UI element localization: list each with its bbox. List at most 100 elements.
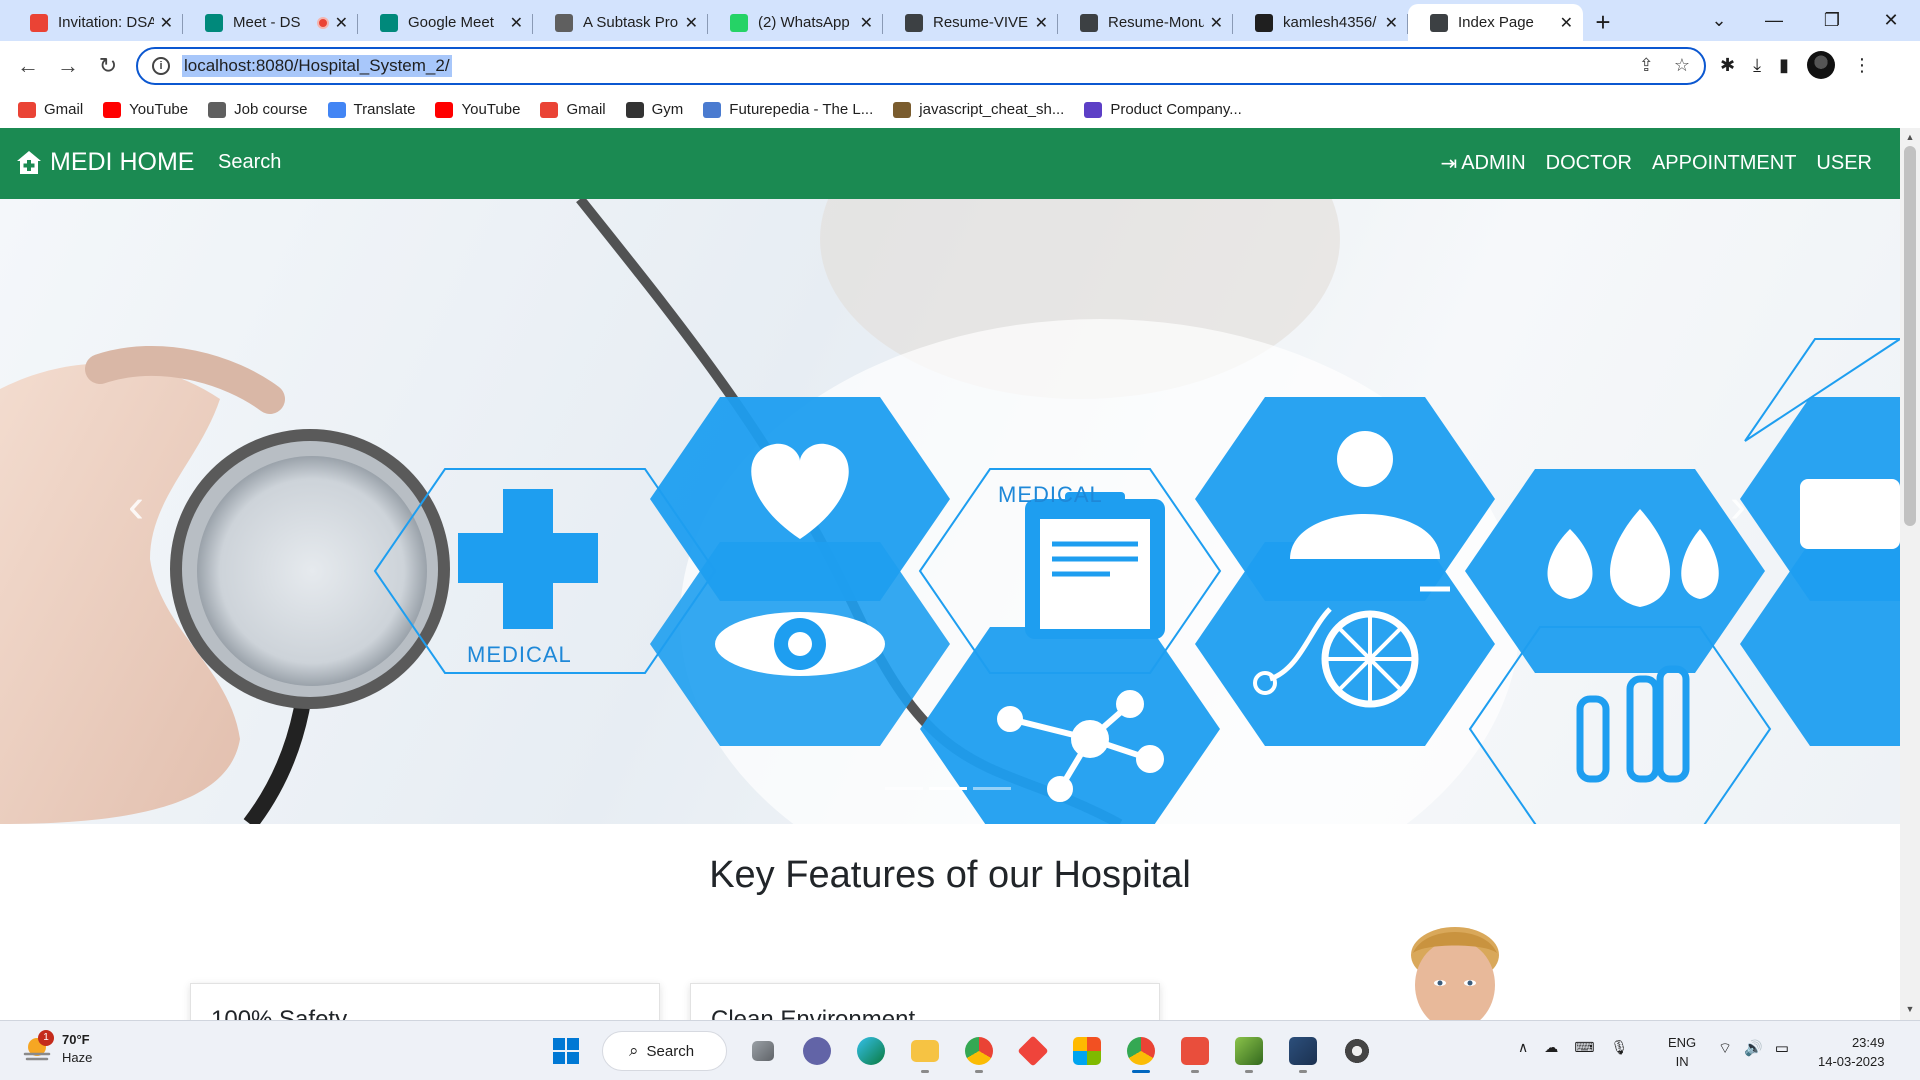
scroll-down-icon[interactable]: ▼	[1905, 1004, 1915, 1014]
task-view-button[interactable]	[745, 1033, 781, 1069]
browser-tab[interactable]: Index Page ✕	[1408, 4, 1583, 41]
close-tab-icon[interactable]: ✕	[1210, 13, 1223, 33]
eclipse-button[interactable]	[1285, 1033, 1321, 1073]
carousel-next-icon[interactable]: ›	[1730, 479, 1746, 534]
carousel-indicators	[885, 787, 1011, 790]
close-window-icon[interactable]: ✕	[1862, 0, 1920, 41]
nav-admin[interactable]: ⇥ ADMIN	[1440, 151, 1525, 176]
share-icon[interactable]: ⇪	[1639, 55, 1654, 76]
browser-tab[interactable]: Meet - DS ✕	[183, 4, 358, 41]
tab-search-icon[interactable]: ⌄	[1690, 0, 1748, 41]
task-view-icon	[752, 1041, 774, 1061]
bookmark-item[interactable]: Job course	[208, 101, 308, 118]
feature-card-title: Clean Environment	[711, 1006, 916, 1020]
menu-dots-icon[interactable]: ⋮	[1853, 55, 1871, 76]
chrome-active-button[interactable]	[1123, 1033, 1159, 1073]
carousel-prev-icon[interactable]: ‹	[128, 479, 144, 534]
battery-icon: ▭	[1774, 1040, 1789, 1057]
bookmark-item[interactable]: YouTube	[435, 101, 520, 118]
anydesk-button[interactable]	[1015, 1033, 1051, 1069]
close-tab-icon[interactable]: ✕	[160, 13, 173, 33]
bookmark-star-icon[interactable]: ☆	[1674, 55, 1690, 76]
site-info-icon[interactable]: i	[152, 57, 170, 75]
taskbar-search[interactable]: ⌕ Search	[602, 1031, 727, 1071]
edge-button[interactable]	[853, 1033, 889, 1069]
close-tab-icon[interactable]: ✕	[1385, 13, 1398, 33]
close-tab-icon[interactable]: ✕	[335, 13, 348, 33]
quick-settings[interactable]: ⌔ 🔊 ▭	[1718, 1039, 1789, 1058]
download-icon[interactable]: ⤓	[1753, 55, 1761, 76]
tab-title: Meet - DS	[233, 14, 301, 31]
close-tab-icon[interactable]: ✕	[510, 13, 523, 33]
carousel-indicator[interactable]	[885, 787, 923, 790]
folder-icon	[911, 1040, 939, 1062]
close-tab-icon[interactable]: ✕	[685, 13, 698, 33]
new-tab-button[interactable]: +	[1583, 4, 1623, 41]
bookmark-item[interactable]: Translate	[327, 101, 415, 118]
gmail-icon	[30, 13, 48, 32]
language-indicator[interactable]: ENG IN	[1668, 1033, 1696, 1071]
gear-icon	[1343, 1037, 1371, 1065]
url-text[interactable]: localhost:8080/Hospital_System_2/	[182, 55, 452, 77]
chrome-icon	[1127, 1037, 1155, 1065]
minimize-icon[interactable]: —	[1745, 0, 1803, 41]
forward-arrow-icon[interactable]: →	[48, 46, 88, 86]
onedrive-cloud-icon[interactable]: ☁	[1544, 1039, 1558, 1056]
git-button[interactable]	[1177, 1033, 1213, 1073]
browser-tab[interactable]: (2) WhatsApp ✕	[708, 4, 883, 41]
nav-user[interactable]: USER	[1816, 151, 1872, 176]
back-arrow-icon[interactable]: ←	[8, 46, 48, 86]
close-tab-icon[interactable]: ✕	[1035, 13, 1048, 33]
browser-tab[interactable]: Google Meet ✕	[358, 4, 533, 41]
weather-widget[interactable]: 1 70°F Haze	[22, 1030, 93, 1067]
scroll-thumb[interactable]	[1904, 146, 1916, 526]
notepad-button[interactable]	[1231, 1033, 1267, 1073]
weather-desc: Haze	[62, 1050, 93, 1065]
bookmark-label: YouTube	[461, 101, 521, 118]
browser-tab[interactable]: Resume-Monu ✕	[1058, 4, 1233, 41]
scroll-up-icon[interactable]: ▲	[1905, 132, 1915, 142]
bookmark-item[interactable]: Futurepedia - The L...	[703, 101, 873, 118]
chevron-up-icon[interactable]: ∧	[1518, 1039, 1528, 1056]
browser-tab[interactable]: Resume-VIVEK ✕	[883, 4, 1058, 41]
restore-icon[interactable]: ❐	[1803, 0, 1861, 41]
carousel-indicator[interactable]	[973, 787, 1011, 790]
file-explorer-button[interactable]	[907, 1033, 943, 1073]
settings-button[interactable]	[1339, 1033, 1375, 1069]
bookmark-item[interactable]: Gmail	[18, 101, 83, 118]
browser-tab[interactable]: Invitation: DSA ✕	[8, 4, 183, 41]
close-tab-icon[interactable]: ✕	[860, 13, 873, 33]
bookmark-item[interactable]: Gmail	[540, 101, 606, 118]
nav-doctor[interactable]: DOCTOR	[1546, 151, 1632, 176]
close-tab-icon[interactable]: ✕	[1560, 13, 1573, 33]
teams-chat-button[interactable]	[799, 1033, 835, 1069]
address-bar[interactable]: i localhost:8080/Hospital_System_2/ ⇪ ☆	[136, 47, 1706, 85]
nav-appointment[interactable]: APPOINTMENT	[1652, 151, 1796, 176]
store-button[interactable]	[1069, 1033, 1105, 1069]
bookmark-item[interactable]: YouTube	[103, 101, 188, 118]
reload-icon[interactable]: ↻	[88, 46, 128, 86]
bookmark-item[interactable]: Gym	[625, 101, 684, 118]
page-scrollbar[interactable]: ▲ ▼	[1900, 128, 1920, 1020]
browser-tab[interactable]: A Subtask Pro ✕	[533, 4, 708, 41]
brand-link[interactable]: MEDI HOME	[16, 148, 194, 177]
page-viewport: MEDI HOME Search ⇥ ADMIN DOCTOR APPOINTM…	[0, 128, 1900, 1020]
browser-tab[interactable]: kamlesh4356/ ✕	[1233, 4, 1408, 41]
microphone-icon[interactable]: 🎙	[1610, 1039, 1628, 1056]
chrome-button[interactable]	[961, 1033, 997, 1073]
side-panel-icon[interactable]: ▮	[1779, 55, 1789, 76]
start-button[interactable]	[548, 1033, 584, 1069]
clock[interactable]: 23:49 14-03-2023	[1818, 1033, 1885, 1071]
bookmark-label: Gym	[651, 101, 684, 118]
extensions-icon[interactable]: ✱	[1720, 55, 1735, 76]
translate-icon	[327, 101, 346, 118]
windows-taskbar: 1 70°F Haze ⌕ Search ∧ ☁ ⌨ 🎙 ENG IN ⌔ 🔊 …	[0, 1020, 1920, 1080]
bookmark-item[interactable]: Product Company...	[1084, 101, 1242, 118]
globe-icon	[1080, 13, 1098, 32]
bookmark-item[interactable]: javascript_cheat_sh...	[893, 101, 1064, 118]
keyboard-icon[interactable]: ⌨	[1574, 1039, 1594, 1056]
profile-avatar[interactable]	[1806, 51, 1835, 79]
nav-search-link[interactable]: Search	[218, 151, 281, 174]
carousel-indicator-active[interactable]	[929, 787, 967, 790]
youtube-icon	[435, 101, 454, 118]
